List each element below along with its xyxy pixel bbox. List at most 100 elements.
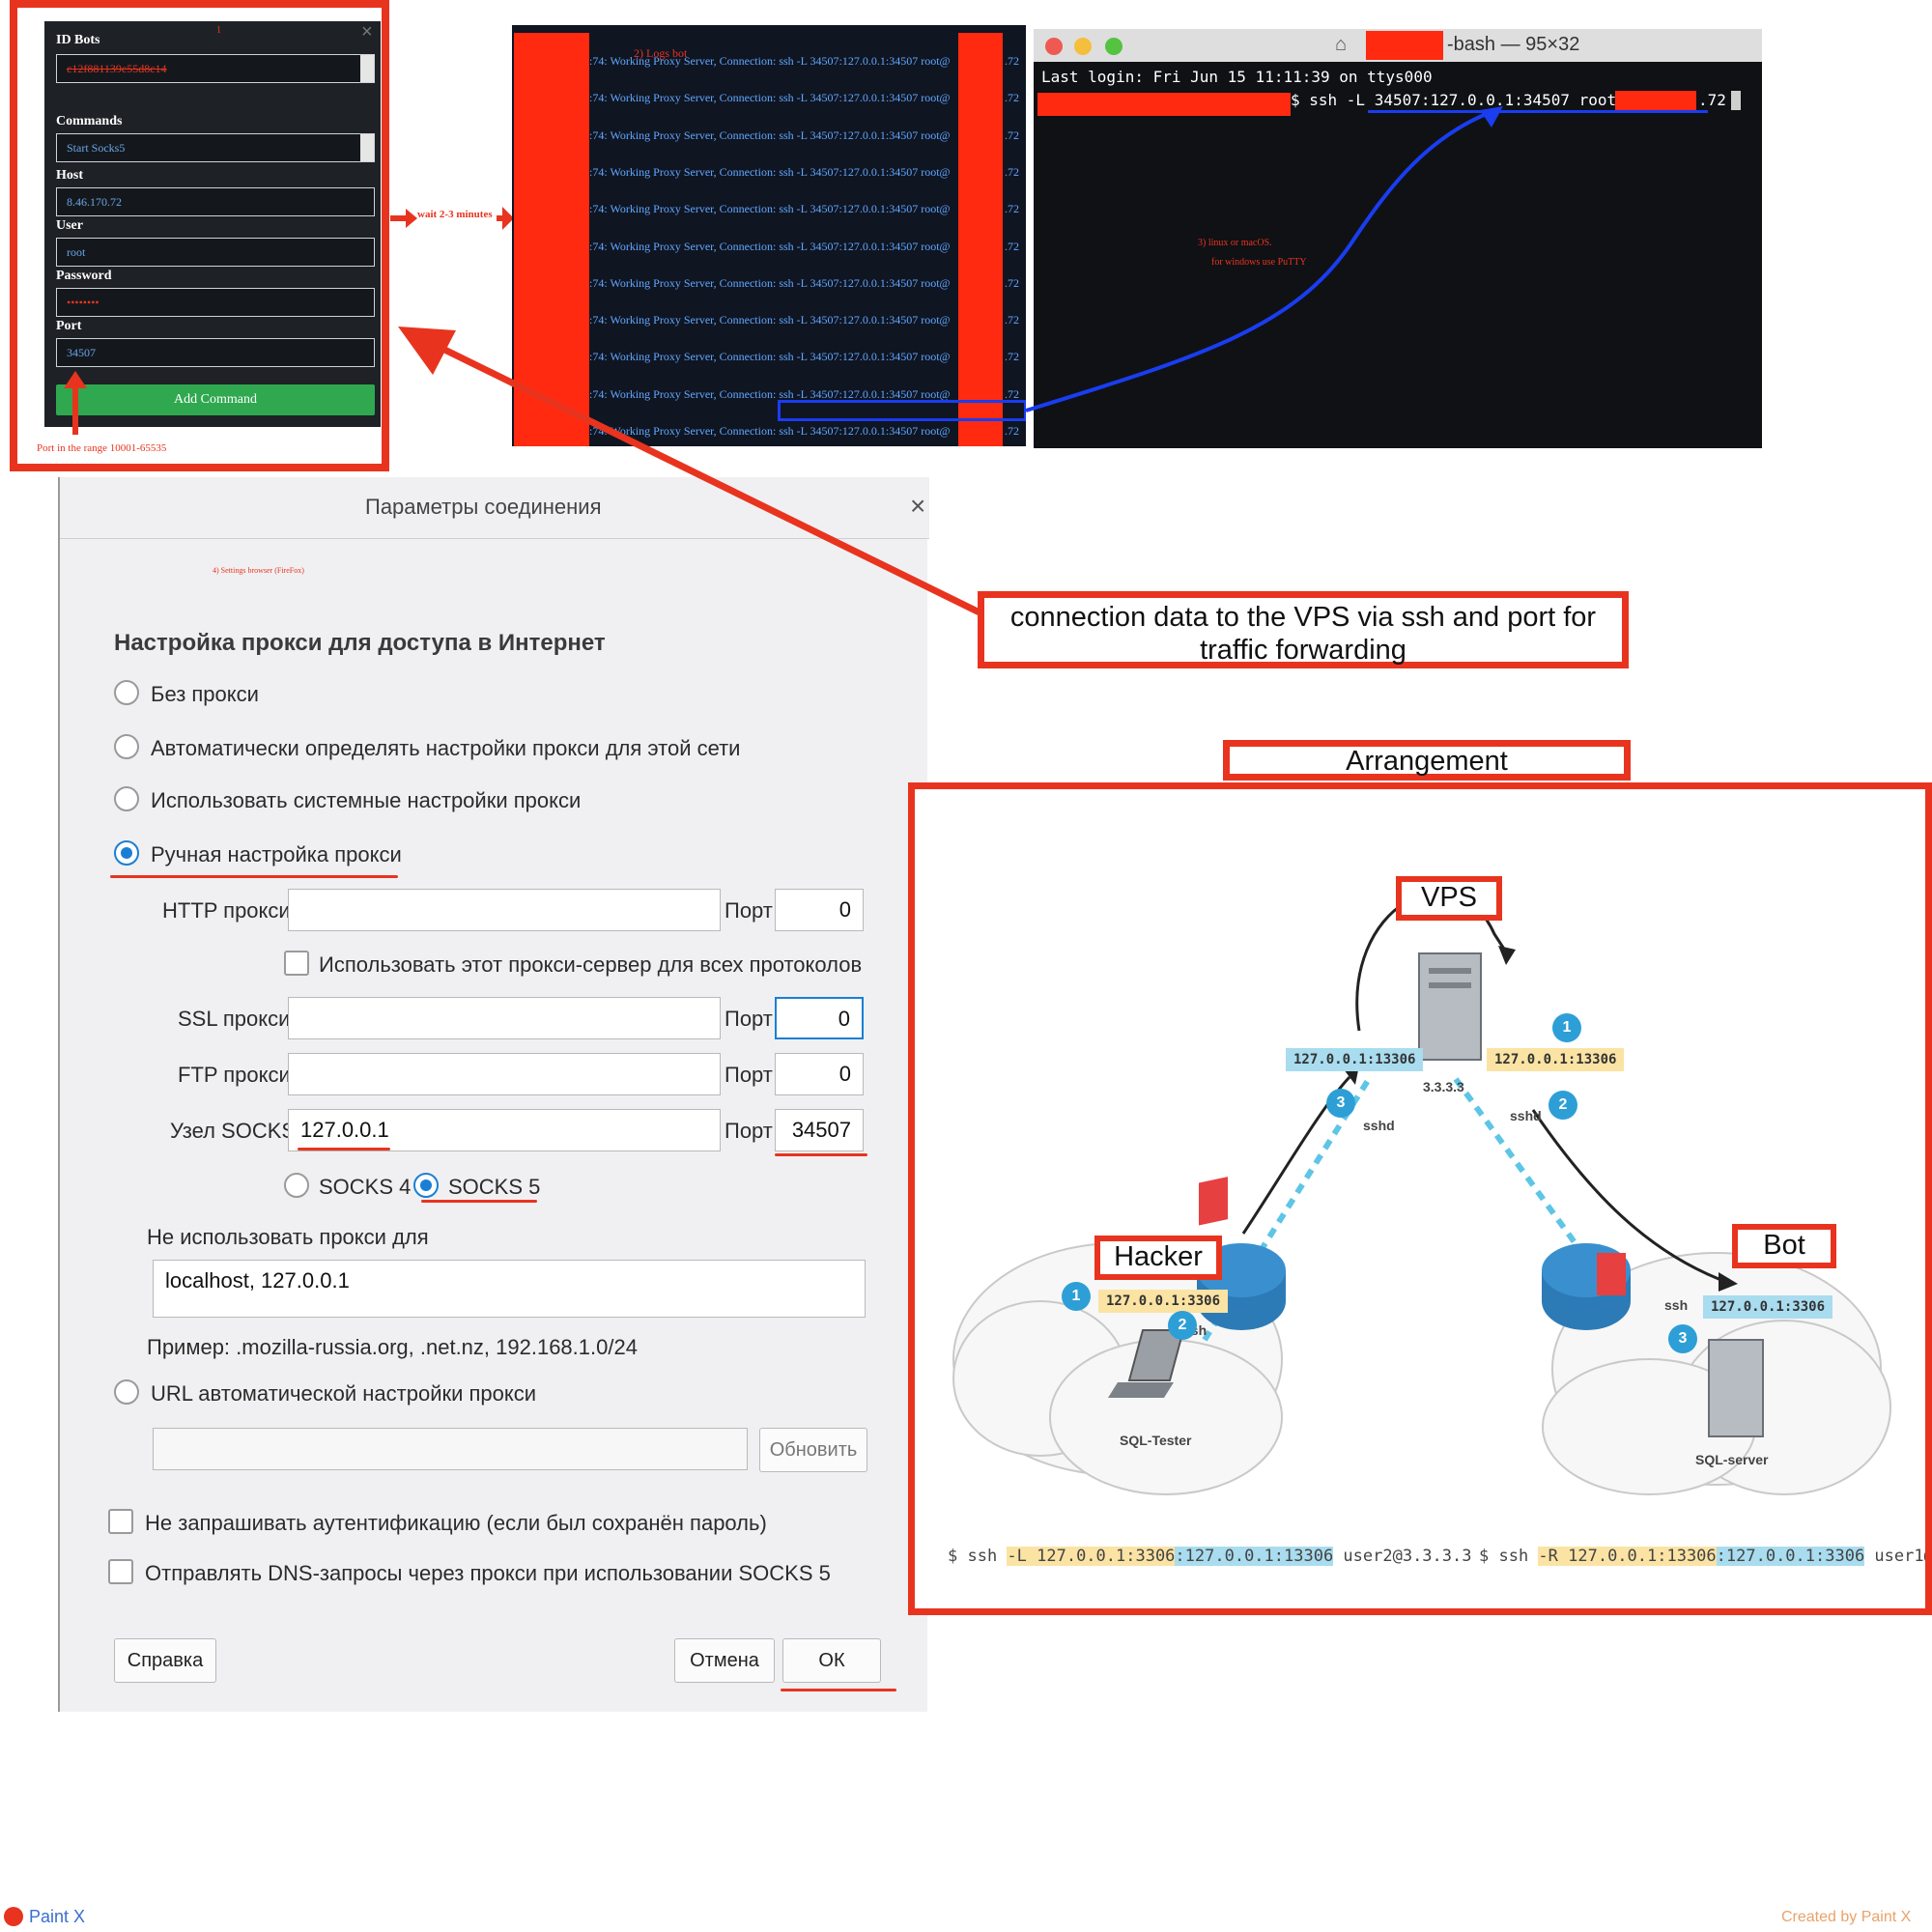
connection-settings-dialog: Параметры соединения × 4) Settings brows… [58, 477, 929, 1712]
log-line-suffix: .72 [1005, 275, 1019, 290]
radio-socks4[interactable] [284, 1173, 309, 1198]
radio-socks5[interactable] [413, 1173, 439, 1198]
socks-port-input[interactable]: 34507 [775, 1109, 864, 1151]
vps-ip: 3.3.3.3 [1423, 1079, 1464, 1094]
redaction-host [1615, 91, 1696, 112]
http-proxy-input[interactable] [288, 889, 721, 931]
arrangement-heading-box: Arrangement [1223, 740, 1631, 781]
red-callout-arrow [398, 327, 985, 618]
sshd-left-label: sshd [1363, 1118, 1395, 1133]
left-cmd-flag: -L 127.0.0.1:3306 [1007, 1547, 1176, 1566]
log-line: :74: Working Proxy Server, Connection: s… [589, 202, 951, 216]
close-button[interactable] [1045, 38, 1063, 55]
ssl-port-input[interactable]: 0 [775, 997, 864, 1039]
radio-pac-url[interactable] [114, 1379, 139, 1405]
arrangement-heading: Arrangement [1346, 746, 1508, 777]
step-3-badge-right: 3 [1668, 1324, 1697, 1353]
log-line: :74: Working Proxy Server, Connection: s… [589, 54, 951, 68]
manual-underline [110, 875, 398, 878]
pac-url-input[interactable] [153, 1428, 748, 1470]
socks-host-underline [298, 1148, 390, 1151]
right-ssh-command: $ ssh -R 127.0.0.1:13306:127.0.0.1:3306 … [1479, 1547, 1925, 1566]
ftp-proxy-input[interactable] [288, 1053, 721, 1095]
http-port-input[interactable]: 0 [775, 889, 864, 931]
step-3-badge-left: 3 [1326, 1089, 1355, 1118]
left-cmd-suffix: user2@3.3.3.3 [1333, 1547, 1472, 1566]
sshd-right-label: sshd [1510, 1108, 1542, 1123]
redaction-user [1366, 31, 1443, 60]
bot-port-tag: 127.0.0.1:3306 [1703, 1295, 1833, 1319]
refresh-button[interactable]: Обновить [759, 1428, 867, 1472]
ok-underline [781, 1689, 896, 1691]
log-line-suffix: .72 [1005, 424, 1019, 438]
terminal-title: -bash — 95×32 [1447, 34, 1580, 55]
no-proxy-for-input[interactable]: localhost, 127.0.0.1 [153, 1260, 866, 1318]
ftp-port-label: Порт [724, 1063, 773, 1087]
cancel-button[interactable]: Отмена [674, 1638, 775, 1683]
minimize-button[interactable] [1074, 38, 1092, 55]
radio-auto-detect-label: Автоматически определять настройки прокс… [151, 736, 741, 760]
radio-manual[interactable] [114, 840, 139, 866]
bot-ssh-label: ssh [1664, 1297, 1689, 1313]
right-cmd-flag: -R 127.0.0.1:13306 [1538, 1547, 1717, 1566]
ssl-proxy-label: SSL прокси [178, 1007, 291, 1031]
port-range-note: Port in the range 10001-65535 [37, 442, 167, 454]
callout-box: connection data to the VPS via ssh and p… [978, 591, 1629, 668]
ok-button[interactable]: ОК [782, 1638, 881, 1683]
log-line: :74: Working Proxy Server, Connection: s… [589, 164, 951, 179]
socks-port-label: Порт [724, 1119, 773, 1143]
log-line-suffix: .72 [1005, 202, 1019, 216]
ssl-proxy-input[interactable] [288, 997, 721, 1039]
ftp-port-input[interactable]: 0 [775, 1053, 864, 1095]
log-line-suffix: .72 [1005, 91, 1019, 105]
log-line-suffix: .72 [1005, 350, 1019, 364]
hacker-port-tag: 127.0.0.1:3306 [1098, 1290, 1229, 1313]
terminal-line-1: Last login: Fri Jun 15 11:11:39 on ttys0… [1041, 68, 1433, 86]
log-line: :74: Working Proxy Server, Connection: s… [589, 275, 951, 290]
log-line-suffix: .72 [1005, 54, 1019, 68]
paint-x-logo-icon [4, 1907, 23, 1926]
ftp-proxy-label: FTP прокси [178, 1063, 291, 1087]
log-line: :74: Working Proxy Server, Connection: s… [589, 239, 951, 253]
cursor [1731, 91, 1741, 110]
section-title: Настройка прокси для доступа в Интернет [114, 630, 606, 656]
callout-line-1: connection data to the VPS via ssh and p… [1009, 602, 1597, 633]
http-port-label: Порт [724, 898, 773, 923]
no-auth-prompt-label: Не запрашивать аутентификацию (если был … [145, 1511, 767, 1535]
left-cmd-prefix: $ ssh [948, 1547, 1008, 1566]
socks-host-input[interactable]: 127.0.0.1 [288, 1109, 721, 1151]
left-cmd-mid: :127.0.0.1:13306 [1175, 1547, 1334, 1566]
step-1-badge-right: 1 [1552, 1013, 1581, 1042]
zoom-button[interactable] [1105, 38, 1122, 55]
log-line-suffix: .72 [1005, 164, 1019, 179]
proxy-dns-label: Отправлять DNS-запросы через прокси при … [145, 1561, 831, 1585]
sql-tester-label: SQL-Tester [1120, 1433, 1192, 1448]
radio-system[interactable] [114, 786, 139, 811]
http-proxy-label: HTTP прокси [162, 898, 291, 923]
vps-label: VPS [1396, 876, 1502, 921]
no-auth-prompt-checkbox[interactable] [108, 1509, 133, 1534]
socks5-underline [421, 1200, 537, 1203]
vps-right-port-tag: 127.0.0.1:13306 [1487, 1048, 1625, 1071]
step-note: 4) Settings browser (FireFox) [213, 566, 304, 575]
radio-socks4-label: SOCKS 4 [319, 1175, 412, 1199]
use-for-all-checkbox[interactable] [284, 951, 309, 976]
radio-socks5-label: SOCKS 5 [448, 1175, 541, 1199]
socks-host-label: Узел SOCKS [170, 1119, 297, 1143]
radio-no-proxy[interactable] [114, 680, 139, 705]
log-line-suffix: .72 [1005, 239, 1019, 253]
callout-line-2: traffic forwarding [1200, 635, 1406, 666]
socks-port-underline [775, 1153, 867, 1156]
terminal-command-suffix: .72 [1698, 91, 1726, 109]
proxy-dns-checkbox[interactable] [108, 1559, 133, 1584]
bot-label: Bot [1732, 1224, 1836, 1268]
sql-server-label: SQL-server [1695, 1452, 1769, 1467]
log-line: :74: Working Proxy Server, Connection: s… [589, 91, 951, 105]
radio-no-proxy-label: Без прокси [151, 682, 259, 706]
log-line-suffix: .72 [1005, 313, 1019, 327]
help-button[interactable]: Справка [114, 1638, 216, 1683]
radio-auto-detect[interactable] [114, 734, 139, 759]
right-cmd-prefix: $ ssh [1479, 1547, 1539, 1566]
radio-system-label: Использовать системные настройки прокси [151, 788, 582, 812]
no-proxy-for-label: Не использовать прокси для [147, 1225, 429, 1249]
